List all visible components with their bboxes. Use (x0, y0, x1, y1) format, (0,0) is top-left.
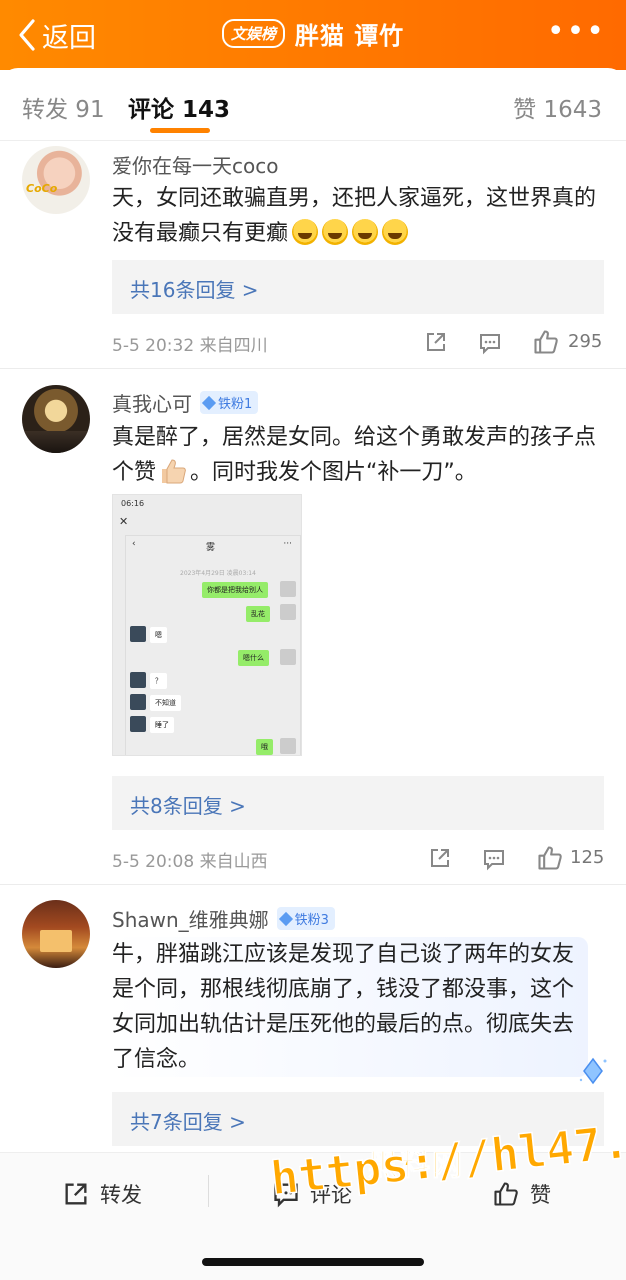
chat-avatar (130, 626, 146, 642)
repost-label: 转发 (100, 1183, 142, 1207)
chevron-left-icon: ‹ (132, 539, 136, 549)
chat-bubble-right: 哦 (256, 739, 273, 755)
chat-title: 雾 (206, 543, 216, 553)
chat-screenshot: ‹ 雾 ··· 2023年4月29日 凌晨03:14 你都是把我给别人 乱花 嗯… (125, 535, 301, 755)
laugh-cry-emoji-icon (292, 219, 319, 245)
avatar[interactable] (22, 900, 90, 968)
active-tab-indicator (150, 128, 210, 133)
reply-summary-box[interactable]: 共16条回复 > (112, 260, 604, 314)
avatar[interactable] (22, 385, 90, 453)
laugh-cry-emoji-icon (382, 219, 409, 245)
laugh-cry-emoji-icon (352, 219, 379, 245)
fan-level-badge: 铁粉1 (200, 391, 259, 414)
reply-summary-link[interactable]: 共7条回复 > (130, 1106, 246, 1135)
screenshot-status-time: 06:16 (121, 499, 145, 508)
comment-author[interactable]: Shawn_维雅典娜 铁粉3 (112, 904, 335, 933)
page-title: 胖猫 谭竹 (294, 22, 405, 50)
chat-avatar (280, 738, 296, 754)
comment-author[interactable]: 真我心可 铁粉1 (112, 388, 259, 417)
chat-avatar (130, 716, 146, 732)
laugh-cry-emoji-icon (322, 219, 349, 245)
chat-date: 2023年4月29日 凌晨03:14 (180, 570, 256, 577)
comment-separator (0, 368, 626, 369)
thumbs-up-emoji-icon (162, 459, 186, 484)
chat-bubble-right: 乱花 (246, 606, 270, 622)
sparkle-icon (579, 1057, 607, 1085)
tab-comment[interactable]: 评论 143 (128, 90, 230, 124)
comment-text: 真是醉了，居然是女同。给这个勇敢发声的孩子点个赞 。同时我发个图片“补一刀”。 (112, 420, 608, 490)
avatar-label: CoCo (26, 182, 58, 195)
like-icon[interactable] (532, 328, 560, 356)
comment-text: 牛，胖猫跳江应该是发现了自己谈了两年的女友是个同，那根线彻底崩了，钱没了都没事，… (112, 937, 588, 1077)
home-indicator[interactable] (202, 1258, 424, 1266)
chat-avatar (280, 604, 296, 620)
chat-avatar (280, 581, 296, 597)
fan-badge-label: 铁粉1 (218, 397, 253, 412)
top-nav-bar: 返回 文娱榜 胖猫 谭竹 ••• (0, 0, 626, 70)
diamond-icon (278, 911, 293, 926)
avatar-scene (22, 431, 90, 453)
reply-summary-box[interactable]: 共8条回复 > (112, 776, 604, 830)
reply-summary-link[interactable]: 共8条回复 > (130, 790, 246, 819)
chat-avatar (130, 694, 146, 710)
chat-bubble-left: ？ (150, 673, 167, 689)
comment-author-name: 爱你在每一天coco (112, 154, 279, 178)
tab-repost[interactable]: 转发 91 (22, 90, 105, 124)
comment-text: 天，女同还敢骗直男，还把人家逼死，这世界真的没有最癫只有更癫 (112, 181, 608, 251)
topic-badge: 文娱榜 (221, 19, 285, 48)
comment-icon[interactable] (478, 331, 502, 355)
like-label: 赞 (530, 1183, 551, 1207)
like-count: 125 (570, 847, 605, 868)
share-icon[interactable] (424, 330, 448, 354)
fan-badge-label: 铁粉3 (294, 913, 329, 928)
comment-author[interactable]: 爱你在每一天coco (112, 150, 278, 179)
comment-text-body-tail: 。同时我发个图片“补一刀”。 (190, 460, 477, 485)
comment-meta: 5-5 20:32 来自四川 (112, 336, 268, 356)
comment-separator (0, 884, 626, 885)
share-icon (65, 1183, 87, 1205)
more-options-icon[interactable]: ••• (547, 17, 606, 47)
chat-avatar (130, 672, 146, 688)
diamond-icon (201, 395, 217, 410)
fan-level-badge: 铁粉3 (276, 907, 335, 930)
tab-like[interactable]: 赞 1643 (513, 90, 602, 124)
like-count: 295 (568, 331, 603, 352)
close-icon: ✕ (119, 515, 129, 528)
comment-icon[interactable] (482, 847, 506, 871)
like-button[interactable]: 赞 (492, 1179, 551, 1209)
page-title-group: 文娱榜 胖猫 谭竹 (0, 16, 626, 51)
comment-meta: 5-5 20:08 来自山西 (112, 852, 268, 872)
chat-bubble-right: 嗯什么 (238, 650, 269, 666)
chat-bubble-right: 你都是把我给别人 (202, 582, 268, 598)
share-icon[interactable] (428, 846, 452, 870)
chat-avatar (280, 649, 296, 665)
chat-more-icon: ··· (283, 539, 292, 549)
chat-bubble-left: 嗯 (150, 627, 167, 643)
chat-bubble-left: 不知道 (150, 695, 181, 711)
divider (208, 1175, 209, 1207)
avatar-scene (40, 930, 72, 952)
comment-author-name: Shawn_维雅典娜 (112, 908, 269, 932)
reply-summary-link[interactable]: 共16条回复 > (130, 274, 259, 303)
comment-image[interactable]: 06:16 ✕ ‹ 雾 ··· 2023年4月29日 凌晨03:14 你都是把我… (112, 494, 302, 756)
comment-author-name: 真我心可 (112, 392, 192, 416)
avatar[interactable]: CoCo (22, 146, 90, 214)
chat-bubble-left: 睡了 (150, 717, 174, 733)
repost-button[interactable]: 转发 (62, 1179, 142, 1209)
like-icon (494, 1182, 518, 1206)
tab-bar: 转发 91 评论 143 赞 1643 (0, 68, 626, 138)
divider (0, 140, 626, 141)
chat-title-bar: ‹ 雾 ··· (126, 536, 300, 556)
like-icon[interactable] (536, 844, 564, 872)
